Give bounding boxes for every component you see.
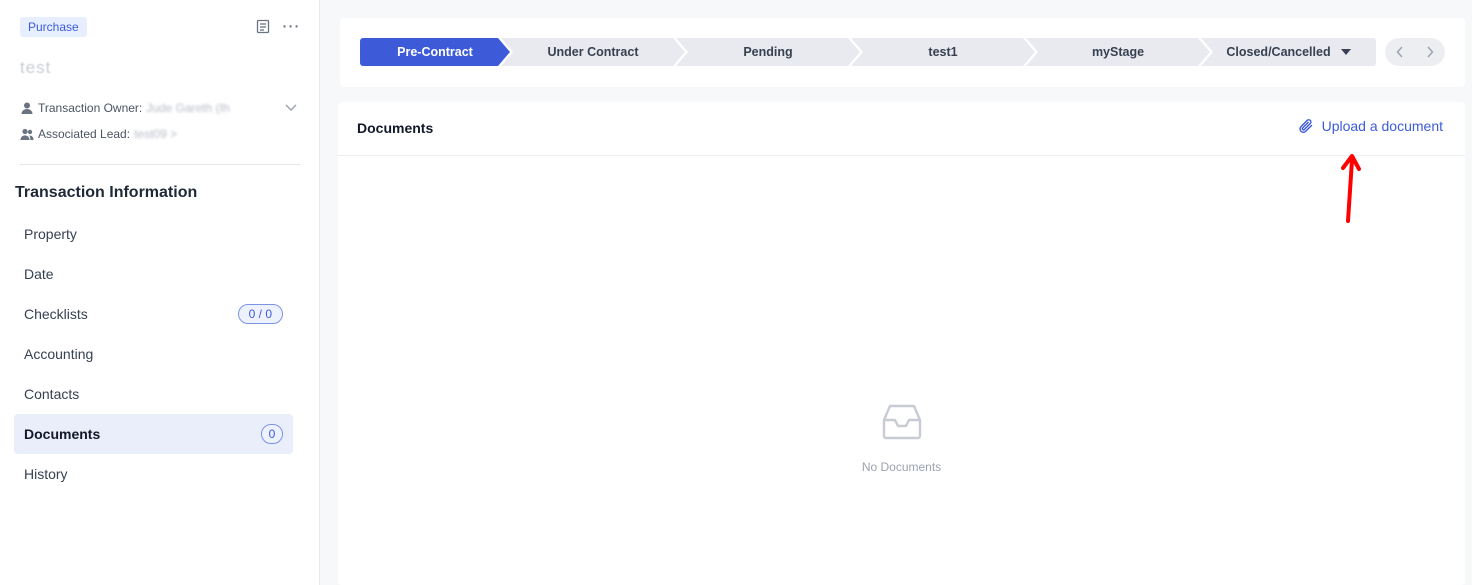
- transaction-owner-row: Transaction Owner: Jude Gareth (Ih: [20, 100, 230, 116]
- chevron-right-icon[interactable]: [1420, 42, 1440, 62]
- sidebar-item-contacts[interactable]: Contacts: [14, 374, 293, 414]
- associated-lead-label: Associated Lead:: [38, 127, 131, 141]
- more-options-icon[interactable]: ⋯: [281, 16, 301, 36]
- users-icon: [20, 128, 34, 140]
- stage-closed-cancelled[interactable]: Closed/Cancelled: [1201, 38, 1376, 66]
- sidebar-item-label: Contacts: [24, 386, 80, 402]
- documents-header: Documents Upload a document: [338, 102, 1465, 156]
- associated-lead-row[interactable]: Associated Lead: test09 >: [20, 126, 177, 142]
- sidebar-item-label: History: [24, 466, 68, 482]
- documents-title: Documents: [357, 120, 434, 136]
- sidebar-divider: [20, 164, 300, 165]
- sidebar-item-accounting[interactable]: Accounting: [14, 334, 293, 374]
- stage-label: Closed/Cancelled: [1226, 45, 1331, 59]
- sidebar-item-label: Property: [24, 226, 77, 242]
- stage-progress-card: Pre-Contract Under Contract Pending test…: [340, 18, 1465, 87]
- sidebar-item-history[interactable]: History: [14, 454, 293, 494]
- stage-under-contract[interactable]: Under Contract: [501, 38, 685, 66]
- stage-pre-contract[interactable]: Pre-Contract: [360, 38, 510, 66]
- empty-state-text: No Documents: [861, 460, 942, 474]
- documents-count-badge: 0: [261, 424, 283, 444]
- sidebar-item-checklists[interactable]: Checklists 0 / 0: [14, 294, 293, 334]
- sidebar-nav: Property Date Checklists 0 / 0 Accountin…: [14, 214, 293, 494]
- empty-inbox-icon: [882, 404, 921, 440]
- stage-label: Pre-Contract: [397, 45, 473, 59]
- stage-mystage[interactable]: myStage: [1026, 38, 1210, 66]
- user-icon: [21, 102, 33, 114]
- caret-down-icon: [1340, 49, 1351, 55]
- chevron-left-icon[interactable]: [1390, 42, 1410, 62]
- sidebar-item-property[interactable]: Property: [14, 214, 293, 254]
- associated-lead-value[interactable]: test09 >: [134, 127, 177, 141]
- app-root: Purchase ⋯ test Transaction Owner: Jude …: [0, 0, 1472, 585]
- stage-pager: [1385, 38, 1445, 66]
- upload-document-label: Upload a document: [1321, 118, 1443, 134]
- checklists-count-badge: 0 / 0: [237, 304, 283, 324]
- document-icon[interactable]: [253, 16, 273, 36]
- stage-test1[interactable]: test1: [851, 38, 1035, 66]
- paperclip-icon: [1298, 119, 1312, 133]
- sidebar-item-documents[interactable]: Documents 0: [14, 414, 293, 454]
- sidebar-item-label: Accounting: [24, 346, 94, 362]
- stage-label: Pending: [743, 45, 793, 59]
- section-title: Transaction Information: [15, 184, 198, 201]
- transaction-name: test: [20, 58, 52, 77]
- stage-label: test1: [928, 45, 958, 59]
- upload-document-button[interactable]: Upload a document: [1298, 118, 1443, 134]
- stage-label: Under Contract: [547, 45, 639, 59]
- sidebar-item-label: Date: [24, 266, 54, 282]
- documents-panel: Documents Upload a document No Documents: [338, 102, 1465, 585]
- chevron-down-icon[interactable]: [284, 102, 298, 114]
- stage-pending[interactable]: Pending: [676, 38, 860, 66]
- transaction-owner-value: Jude Gareth (Ih: [146, 101, 230, 115]
- transaction-owner-label: Transaction Owner:: [38, 101, 143, 115]
- sidebar-item-label: Checklists: [24, 306, 88, 322]
- documents-empty-state: No Documents: [338, 402, 1465, 474]
- stage-progress-bar: Pre-Contract Under Contract Pending test…: [360, 38, 1376, 66]
- sidebar-item-label: Documents: [24, 426, 101, 442]
- sidebar-item-date[interactable]: Date: [14, 254, 293, 294]
- transaction-type-badge: Purchase: [20, 17, 87, 37]
- stage-label: myStage: [1091, 45, 1145, 59]
- sidebar: Purchase ⋯ test Transaction Owner: Jude …: [0, 0, 320, 585]
